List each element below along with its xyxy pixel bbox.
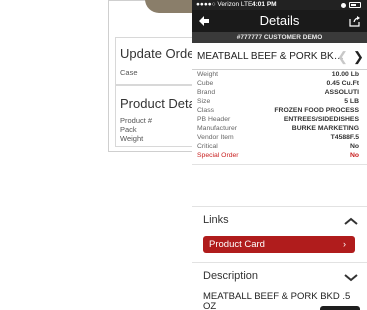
status-icons [341, 2, 361, 8]
product-number-label: Product # [120, 116, 153, 125]
spec-label: Manufacturer [197, 125, 238, 132]
spec-value: T4588F.5 [330, 134, 359, 141]
spec-value: No [349, 143, 359, 150]
weight-label: Weight [120, 134, 144, 143]
phone-screen: ●●●●○ Verizon LTE 4:01 PM Details #77777… [192, 0, 367, 310]
case-label: Case [120, 68, 138, 77]
spec-label: Special Order [197, 152, 239, 159]
spec-row-class: Class FROZEN FOOD PROCESS [192, 106, 367, 115]
chevron-left-icon[interactable]: ❮ [337, 50, 348, 63]
chevron-right-icon[interactable]: ❯ [353, 50, 364, 63]
spec-value: 0.45 Cu.Ft [326, 80, 359, 87]
spec-label: Vendor Item [197, 134, 234, 141]
spec-label: PB Header [197, 116, 231, 123]
product-name: MEATBALL BEEF & PORK BK… [197, 51, 344, 62]
clock: 4:01 PM [252, 1, 277, 8]
nav-title: Details [259, 13, 300, 28]
spec-row-size: Size 5 LB [192, 97, 367, 106]
links-title: Links [203, 214, 229, 226]
spec-label: Brand [197, 89, 216, 96]
spec-label: Cube [197, 80, 214, 87]
spec-row-special-order: Special Order No [192, 151, 367, 160]
divider [192, 164, 367, 165]
spec-label: Critical [197, 143, 218, 150]
product-header: MEATBALL BEEF & PORK BK… ❮ ❯ [192, 43, 367, 70]
divider [192, 206, 367, 207]
screen: Update Order Case Product Details Produc… [0, 0, 367, 310]
spec-value: ENTREES/SIDEDISHES [283, 116, 359, 123]
spec-list: Weight 10.00 Lb Cube 0.45 Cu.Ft Brand AS… [192, 70, 367, 160]
share-icon[interactable] [349, 15, 361, 27]
product-card-button[interactable]: Product Card › [203, 236, 355, 253]
battery-icon [349, 2, 361, 8]
divider [192, 262, 367, 263]
carrier-text: ●●●●○ Verizon LTE [196, 1, 253, 8]
chevron-right-icon: › [343, 239, 346, 249]
spec-label: Size [197, 98, 211, 105]
customer-bar: #777777 CUSTOMER DEMO [192, 32, 367, 43]
nav-bar: Details [192, 10, 367, 32]
update-order-title: Update Order [120, 46, 199, 61]
product-card-label: Product Card [209, 239, 265, 250]
chevron-up-icon[interactable] [344, 216, 358, 226]
description-title: Description [203, 270, 259, 282]
alarm-icon [341, 2, 346, 8]
spec-value: FROZEN FOOD PROCESS [274, 107, 359, 114]
spec-value: ASSOLUTI [324, 89, 359, 96]
spec-row-brand: Brand ASSOLUTI [192, 88, 367, 97]
spec-label: Class [197, 107, 214, 114]
spec-row-weight: Weight 10.00 Lb [192, 70, 367, 79]
chevron-down-icon[interactable] [344, 272, 358, 282]
spec-value: 10.00 Lb [331, 71, 359, 78]
spec-row-cube: Cube 0.45 Cu.Ft [192, 79, 367, 88]
pack-label: Pack [120, 125, 137, 134]
status-bar: ●●●●○ Verizon LTE 4:01 PM [192, 0, 367, 10]
spec-label: Weight [197, 71, 219, 78]
spec-row-manufacturer: Manufacturer BURKE MARKETING [192, 124, 367, 133]
spec-value: BURKE MARKETING [291, 125, 359, 132]
spec-row-vendor-item: Vendor Item T4588F.5 [192, 133, 367, 142]
spec-row-pb-header: PB Header ENTREES/SIDEDISHES [192, 115, 367, 124]
bottom-toolbar[interactable] [320, 306, 360, 310]
spec-row-critical: Critical No [192, 142, 367, 151]
spec-value: 5 LB [344, 98, 359, 105]
spec-value: No [349, 152, 359, 159]
